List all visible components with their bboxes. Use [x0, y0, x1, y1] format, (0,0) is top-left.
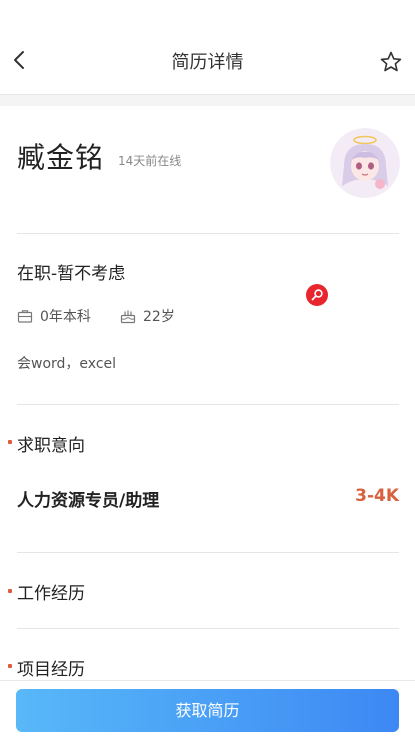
- section-title-intention: 求职意向: [17, 436, 85, 456]
- divider: [17, 552, 399, 553]
- education-info: 0年本科: [17, 306, 91, 326]
- section-title-experience: 工作经历: [17, 584, 85, 604]
- divider: [17, 233, 399, 234]
- desired-position: 人力资源专员/助理: [17, 491, 160, 511]
- top-nav-bar: 简历详情: [0, 0, 415, 95]
- avatar: [330, 128, 400, 198]
- section-marker: [8, 440, 12, 444]
- desired-salary: 3-4K: [355, 486, 399, 506]
- age-text: 22岁: [143, 309, 175, 325]
- divider: [17, 628, 399, 629]
- skills-summary: 会word，excel: [17, 356, 117, 372]
- cake-icon: [120, 310, 136, 324]
- online-status: 14天前在线: [118, 154, 182, 168]
- divider: [17, 404, 399, 405]
- get-resume-button[interactable]: 获取简历: [16, 689, 399, 732]
- candidate-name: 臧金铭: [17, 141, 105, 174]
- job-seeking-status: 在职-暂不考虑: [17, 264, 126, 284]
- age-info: 22岁: [120, 306, 175, 326]
- star-icon[interactable]: [379, 50, 403, 74]
- briefcase-icon: [17, 310, 33, 323]
- section-marker: [8, 664, 12, 668]
- section-marker: [8, 589, 12, 593]
- education-text: 0年本科: [40, 309, 91, 325]
- page-title: 简历详情: [171, 52, 244, 73]
- pin-badge-icon[interactable]: [306, 284, 328, 306]
- section-title-projects: 项目经历: [17, 660, 85, 680]
- header-gap: [0, 95, 415, 106]
